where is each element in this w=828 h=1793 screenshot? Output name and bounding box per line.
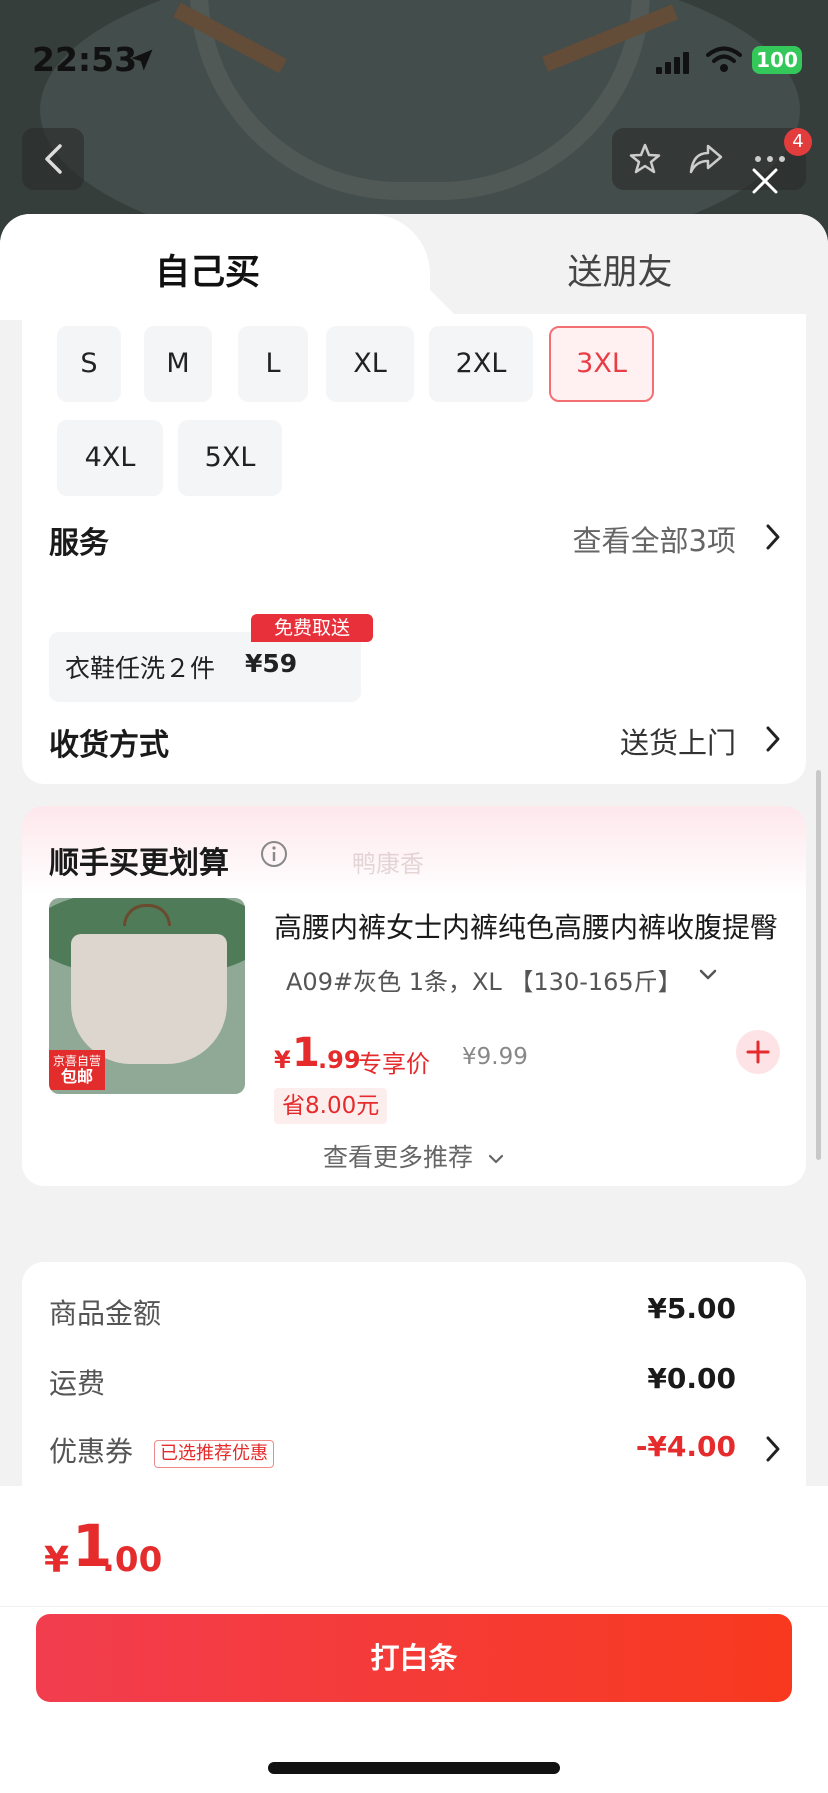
product-spec-selector[interactable]: A09#灰色 1条，XL 【130-165斤】 — [286, 962, 682, 997]
chevron-left-icon — [45, 144, 62, 174]
shipping-fee-label: 运费 — [49, 1367, 106, 1400]
size-option-xl[interactable]: XL — [326, 326, 414, 402]
chevron-down-icon — [488, 1154, 504, 1164]
size-option-5xl[interactable]: 5XL — [178, 420, 282, 496]
scrollbar[interactable] — [816, 770, 821, 1160]
plus-icon — [746, 1040, 770, 1064]
order-summary-card: 商品金额 ¥5.00 运费 ¥0.00 优惠券 已选推荐优惠 -¥4.00 — [22, 1262, 806, 1522]
goods-amount-label: 商品金额 — [49, 1297, 162, 1330]
service-free-tag: 免费取送 — [251, 614, 373, 642]
tab-self-buy-label[interactable]: 自己买 — [0, 244, 415, 295]
coupon-label: 优惠券 — [49, 1435, 134, 1468]
back-button[interactable] — [22, 128, 84, 190]
star-favorite-icon[interactable] — [628, 142, 662, 176]
purchase-tabs: 自己买 送朋友 — [0, 214, 828, 320]
exclusive-price-label: 专享价 — [358, 1050, 430, 1078]
service-view-all[interactable]: 查看全部3项 — [573, 518, 736, 560]
add-to-order-button[interactable] — [736, 1030, 780, 1074]
service-label: 服务 — [49, 526, 109, 561]
service-item-name: 衣鞋任洗２件 — [65, 654, 216, 683]
options-card: S M L XL 2XL 3XL 4XL 5XL 服务 查看全部3项 衣鞋任洗２… — [22, 314, 806, 784]
tab-gift-friend-label[interactable]: 送朋友 — [440, 244, 800, 295]
pay-with-baitiao-button[interactable]: 打白条 — [36, 1614, 792, 1702]
price-currency: ¥ — [274, 1046, 291, 1074]
chevron-right-icon[interactable] — [764, 724, 782, 754]
more-recommendations-link[interactable]: 查看更多推荐 — [22, 1138, 806, 1174]
wifi-icon — [706, 46, 742, 72]
size-option-3xl[interactable]: 3XL — [549, 326, 654, 402]
coupon-recommended-tag: 已选推荐优惠 — [154, 1440, 274, 1468]
price-integer: 1 — [292, 1030, 320, 1076]
info-icon[interactable] — [260, 840, 288, 868]
recommendation-card: 顺手买更划算 鸭康香 京喜自营 包邮 高腰内裤女士内裤纯色高腰内裤收腹提臀 A0… — [22, 806, 806, 1186]
service-item[interactable]: 衣鞋任洗２件 ¥59 — [49, 632, 361, 702]
goods-amount-value: ¥5.00 — [647, 1292, 736, 1325]
home-indicator — [268, 1762, 560, 1774]
price-decimal: .99 — [318, 1046, 361, 1074]
original-price: ¥9.99 — [462, 1044, 528, 1070]
watermark-text: 鸭康香 — [352, 850, 424, 878]
share-icon[interactable] — [688, 142, 724, 176]
chevron-right-icon[interactable] — [764, 522, 782, 552]
chevron-down-icon[interactable] — [698, 968, 718, 982]
coupon-value[interactable]: -¥4.00 — [636, 1430, 736, 1463]
shipping-fee-value: ¥0.00 — [647, 1362, 736, 1395]
notification-badge: 4 — [784, 128, 812, 156]
service-item-price: ¥59 — [245, 649, 298, 678]
chevron-right-icon[interactable] — [764, 1434, 782, 1464]
total-currency: ¥ — [44, 1540, 70, 1581]
delivery-value[interactable]: 送货上门 — [620, 720, 736, 762]
delivery-label: 收货方式 — [49, 728, 169, 763]
location-arrow-icon — [131, 49, 153, 71]
divider — [0, 1606, 828, 1607]
close-icon[interactable] — [748, 164, 782, 198]
size-option-l[interactable]: L — [238, 326, 308, 402]
product-badge: 京喜自营 包邮 — [49, 1050, 105, 1090]
cellular-signal-icon — [656, 52, 689, 74]
recommendation-title: 顺手买更划算 — [49, 846, 229, 881]
total-decimal: .00 — [102, 1540, 163, 1580]
product-title[interactable]: 高腰内裤女士内裤纯色高腰内裤收腹提臀 — [274, 906, 784, 946]
size-option-s[interactable]: S — [57, 326, 121, 402]
savings-tag: 省8.00元 — [274, 1088, 388, 1124]
battery-indicator: 100 — [752, 46, 802, 74]
size-option-2xl[interactable]: 2XL — [429, 326, 533, 402]
status-bar: 22:53 100 — [0, 0, 828, 120]
size-option-4xl[interactable]: 4XL — [57, 420, 163, 496]
product-thumbnail[interactable]: 京喜自营 包邮 — [49, 898, 245, 1094]
size-option-m[interactable]: M — [144, 326, 212, 402]
status-time: 22:53 — [32, 40, 138, 79]
